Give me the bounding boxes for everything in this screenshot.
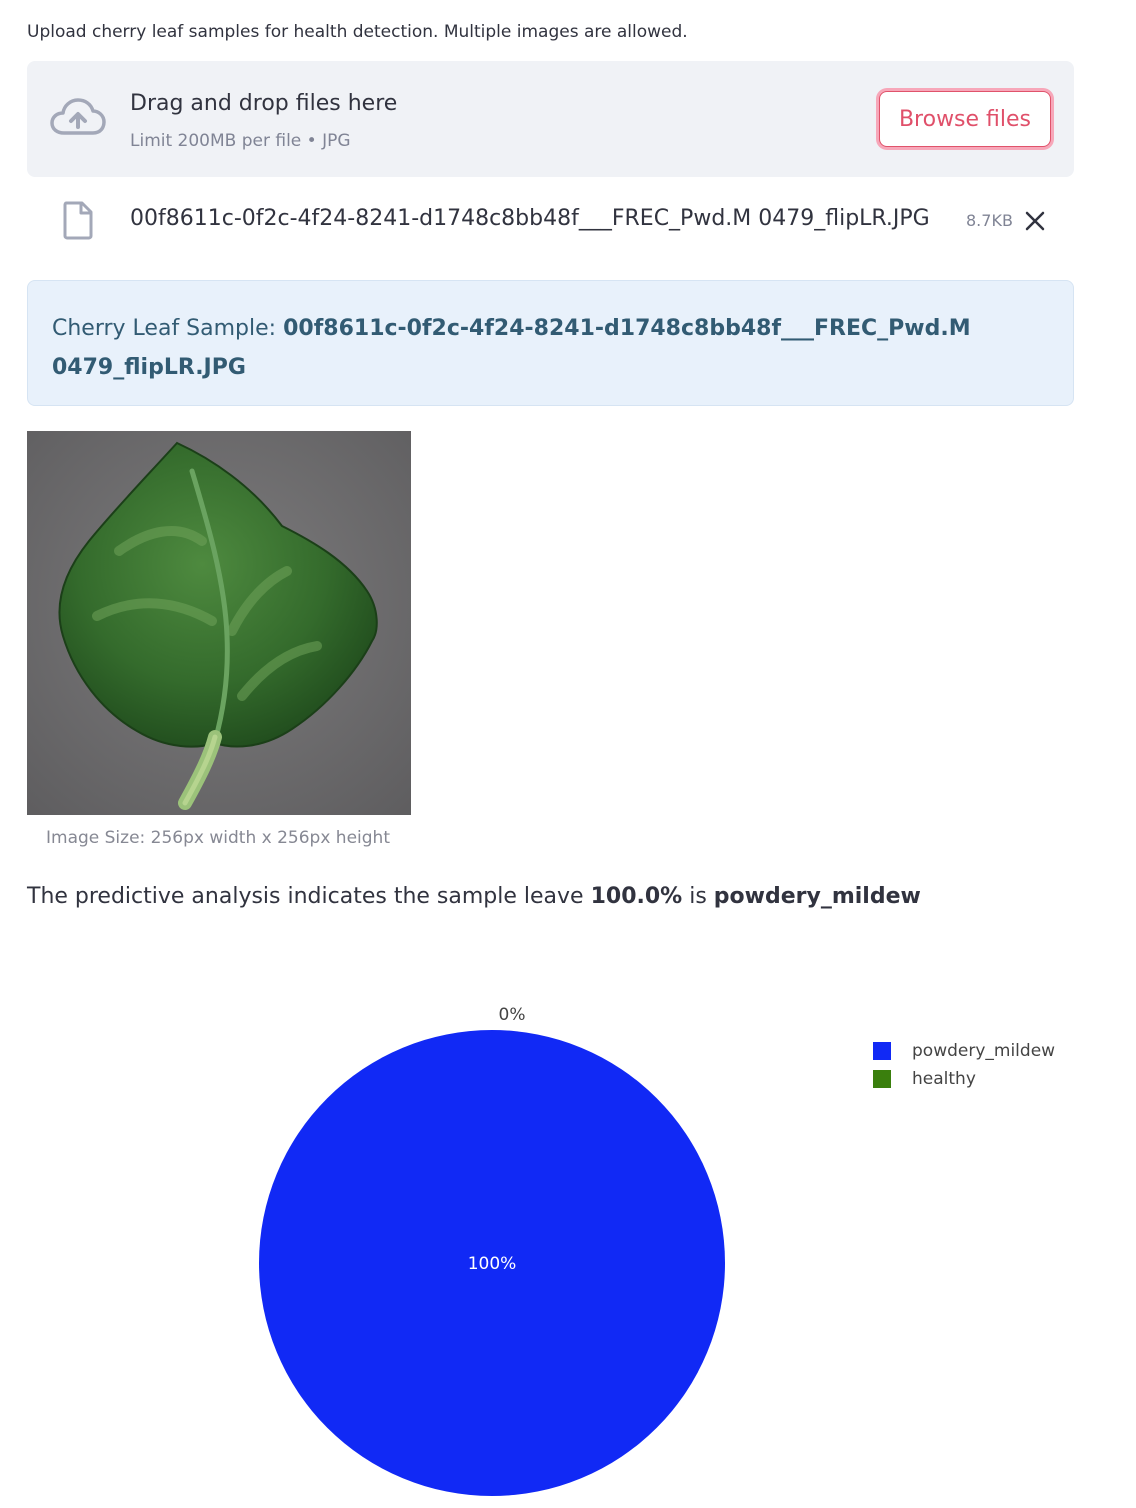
prediction-middle: is xyxy=(682,884,714,909)
pie-slice-label-healthy: 0% xyxy=(499,1005,526,1025)
pie-chart-svg: 100% 0% xyxy=(259,1005,725,1496)
prediction-text: The predictive analysis indicates the sa… xyxy=(27,884,921,909)
file-icon xyxy=(63,201,93,240)
legend-swatch-healthy xyxy=(873,1070,891,1088)
uploaded-file-size: 8.7KB xyxy=(966,211,1013,230)
close-icon[interactable] xyxy=(1024,210,1046,232)
image-caption: Image Size: 256px width x 256px height xyxy=(46,828,390,848)
browse-files-button[interactable]: Browse files xyxy=(879,91,1051,147)
legend-swatch-powdery_mildew xyxy=(873,1042,891,1060)
uploaded-file-row: 00f8611c-0f2c-4f24-8241-d1748c8bb48f___F… xyxy=(27,196,1074,252)
prediction-label: powdery_mildew xyxy=(713,884,921,909)
prediction-prefix: The predictive analysis indicates the sa… xyxy=(27,884,591,909)
upload-instruction: Upload cherry leaf samples for health de… xyxy=(27,22,688,42)
prediction-percent: 100.0% xyxy=(590,884,683,909)
sample-info-box: Cherry Leaf Sample: 00f8611c-0f2c-4f24-8… xyxy=(27,280,1074,406)
file-dropzone[interactable]: Drag and drop files here Limit 200MB per… xyxy=(27,61,1074,177)
prediction-pie-chart: 100% 0% powdery_mildewhealthy xyxy=(0,990,1136,1508)
legend-item-healthy[interactable]: healthy xyxy=(873,1069,976,1089)
leaf-sample-image xyxy=(27,431,411,815)
legend-item-powdery_mildew[interactable]: powdery_mildew xyxy=(873,1041,1055,1061)
legend-label-powdery_mildew: powdery_mildew xyxy=(912,1041,1056,1061)
cloud-upload-icon xyxy=(50,98,106,135)
sample-info-prefix: Cherry Leaf Sample: xyxy=(52,316,284,341)
uploaded-file-name: 00f8611c-0f2c-4f24-8241-d1748c8bb48f___F… xyxy=(130,206,930,231)
legend-label-healthy: healthy xyxy=(912,1069,976,1089)
dropzone-limit-text: Limit 200MB per file • JPG xyxy=(130,131,351,151)
pie-slice-label-powdery_mildew: 100% xyxy=(468,1254,517,1274)
dropzone-title: Drag and drop files here xyxy=(130,91,398,116)
